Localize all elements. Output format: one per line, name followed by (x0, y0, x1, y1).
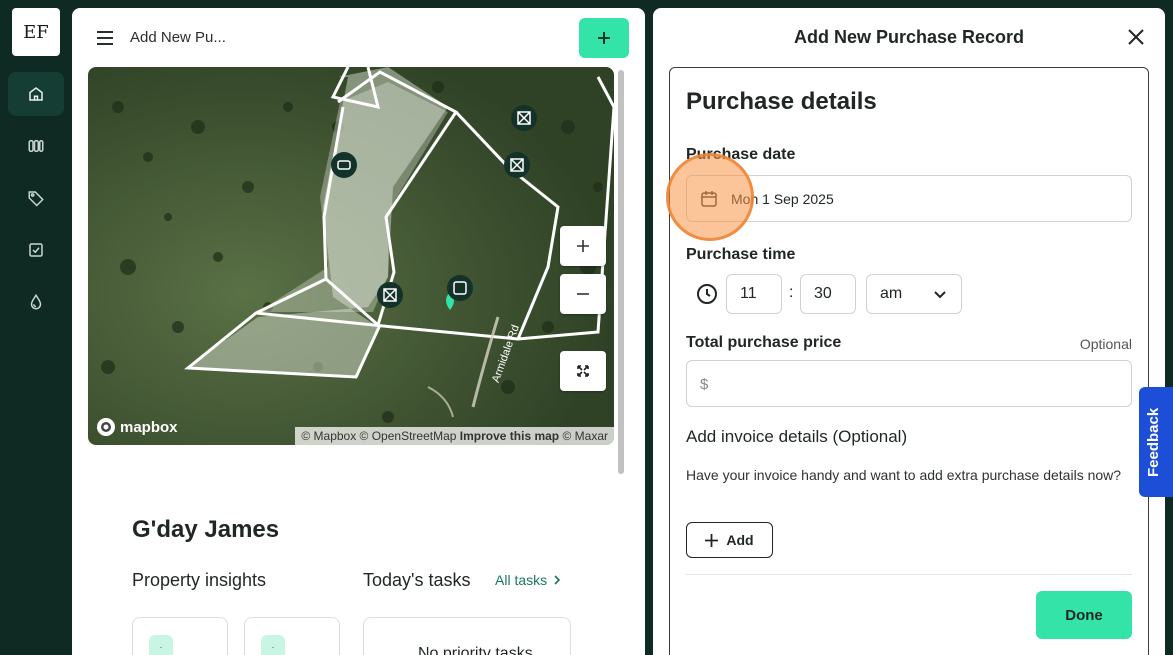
mapbox-logo: mapbox (96, 417, 178, 437)
tasks-card: No priority tasks (363, 617, 571, 655)
all-tasks-link[interactable]: All tasks (495, 572, 561, 588)
scrollbar[interactable] (618, 70, 624, 474)
feedback-label: Feedback (1145, 407, 1162, 477)
purchase-record-panel: Add New Purchase Record Purchase details… (653, 8, 1165, 655)
purchase-form: Purchase details Purchase date Mon 1 Sep… (669, 67, 1149, 655)
panel-title: Add New Purchase Record (793, 27, 1025, 47)
hour-input[interactable]: 11 (726, 274, 782, 314)
add-button[interactable] (579, 18, 629, 58)
shed-marker[interactable] (447, 275, 473, 301)
dashboard-header: Add New Pu... (72, 8, 645, 68)
rail-water[interactable] (8, 280, 64, 324)
insight-card[interactable]: · (132, 617, 228, 655)
divider (686, 574, 1132, 575)
add-label: Add (726, 532, 754, 548)
insight-icon: · (149, 635, 173, 655)
section-title: Purchase details (686, 88, 877, 115)
menu-icon[interactable] (96, 29, 114, 47)
mapbox-brand: mapbox (120, 418, 178, 436)
paddocks-icon (28, 140, 44, 152)
all-tasks-label: All tasks (495, 572, 548, 588)
attribution-text: © Mapbox © OpenStreetMap (301, 429, 460, 443)
time-separator: : (789, 284, 794, 301)
minus-icon (577, 293, 589, 295)
minute-input[interactable]: 30 (800, 274, 856, 314)
rail-tags[interactable] (8, 176, 64, 220)
home-icon (29, 87, 43, 101)
plus-icon (577, 240, 589, 252)
water-icon (30, 293, 42, 310)
done-button[interactable]: Done (1036, 591, 1132, 639)
close-icon[interactable] (1125, 26, 1147, 48)
time-row: 11 : 30 am (686, 274, 986, 314)
dashboard-panel: Add New Pu... Armidale Rd mapbox © Mapbo… (72, 8, 645, 655)
insights-title: Property insights (132, 570, 267, 590)
clock-icon (697, 284, 717, 304)
plus-icon (598, 32, 610, 44)
price-label: Total purchase price (686, 334, 842, 351)
trough-marker[interactable] (331, 152, 357, 178)
optional-tag: Optional (1079, 336, 1132, 352)
ampm-value: am (880, 285, 903, 302)
tag-icon (28, 191, 44, 207)
chevron-down-icon (934, 291, 946, 299)
improve-map-link[interactable]: Improve this map (460, 429, 559, 443)
left-rail: EF (0, 0, 72, 655)
zoom-out-button[interactable] (560, 274, 606, 314)
satellite-map[interactable]: Armidale Rd (88, 67, 614, 445)
ampm-select[interactable]: am (866, 274, 962, 314)
insight-icon: · (261, 635, 285, 655)
feedback-tab[interactable]: Feedback (1139, 387, 1173, 497)
plus-icon (705, 533, 719, 547)
fullscreen-icon (577, 365, 589, 377)
mapbox-icon (97, 418, 115, 436)
add-invoice-button[interactable]: Add (686, 522, 773, 558)
property-map[interactable]: Armidale Rd mapbox © Mapbox © OpenStreet… (88, 67, 614, 445)
rail-paddocks[interactable] (8, 124, 64, 168)
invoice-description: Have your invoice handy and want to add … (686, 467, 1122, 483)
invoice-title: Add invoice details (Optional) (686, 427, 908, 446)
insight-card[interactable]: · (244, 617, 340, 655)
chevron-right-icon (554, 575, 561, 585)
rail-tasks[interactable] (8, 228, 64, 272)
click-highlight (666, 153, 754, 241)
price-input[interactable]: $ (686, 360, 1132, 407)
tasks-icon (29, 243, 43, 257)
fullscreen-button[interactable] (560, 351, 606, 391)
greeting: G'day James (132, 516, 280, 543)
app-logo[interactable]: EF (12, 8, 60, 56)
rail-home[interactable] (8, 72, 64, 116)
no-tasks-text: No priority tasks (418, 645, 533, 655)
attribution-maxar: © Maxar (559, 429, 608, 443)
currency-prefix: $ (700, 376, 709, 393)
page-title: Add New Pu... (130, 29, 226, 46)
zoom-in-button[interactable] (560, 226, 606, 266)
time-label: Purchase time (686, 246, 796, 263)
map-attribution: © Mapbox © OpenStreetMap Improve this ma… (295, 427, 614, 445)
tasks-title: Today's tasks (363, 570, 471, 590)
